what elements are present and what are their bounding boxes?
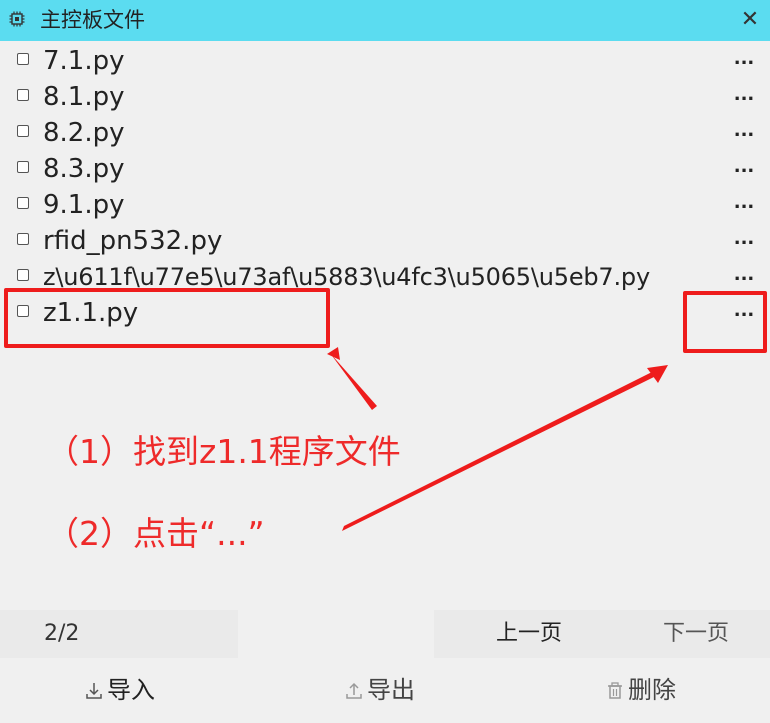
prev-page-button[interactable]: 上一页 [496,610,562,658]
highlight-box-more [683,291,767,353]
file-name: 7.1.py [43,46,125,76]
annotation-step1: （1）找到z1.1程序文件 [46,432,401,471]
file-checkbox[interactable] [17,233,29,245]
arrow-to-file [330,353,377,410]
file-row-rfid-pn532[interactable]: rfid_pn532.py ... [0,224,770,260]
more-options-button[interactable]: ... [726,116,762,150]
delete-button[interactable]: 删除 [605,662,676,718]
file-row-7-1[interactable]: 7.1.py ... [0,44,770,80]
window-title: 主控板文件 [40,8,145,32]
download-icon [86,683,102,699]
chip-icon [9,11,25,27]
more-options-button[interactable]: ... [726,224,762,258]
delete-label: 删除 [628,676,676,704]
more-options-button[interactable]: ... [726,260,762,294]
file-checkbox[interactable] [17,89,29,101]
page-count: 2/2 [44,621,80,646]
file-name: 8.1.py [43,82,125,112]
file-checkbox[interactable] [17,125,29,137]
more-options-button[interactable]: ... [726,188,762,222]
export-button[interactable]: 导出 [344,662,415,718]
arrow-head-more [647,365,668,383]
file-checkbox[interactable] [17,197,29,209]
pager [0,610,770,658]
file-checkbox[interactable] [17,53,29,65]
import-button[interactable]: 导入 [84,662,155,718]
title-bar: 主控板文件 ✕ [0,0,770,41]
export-label: 导出 [367,676,415,704]
more-options-button[interactable]: ... [726,44,762,78]
annotation-step2: （2）点击“...” [46,514,265,553]
upload-icon [346,682,362,699]
file-checkbox[interactable] [17,161,29,173]
next-page-button[interactable]: 下一页 [663,610,729,658]
more-options-button[interactable]: ... [726,80,762,114]
pager-bg-left [0,610,238,658]
file-name: 9.1.py [43,190,125,220]
file-row-8-3[interactable]: 8.3.py ... [0,152,770,188]
file-name: 8.3.py [43,154,125,184]
highlight-box-file [4,288,330,348]
file-name: rfid_pn532.py [43,226,223,256]
file-row-8-2[interactable]: 8.2.py ... [0,116,770,152]
more-options-button[interactable]: ... [726,152,762,186]
arrow-head-file [327,347,340,360]
file-checkbox[interactable] [17,269,29,281]
close-button[interactable]: ✕ [738,6,762,34]
file-row-8-1[interactable]: 8.1.py ... [0,80,770,116]
import-label: 导入 [107,676,155,704]
file-name: 8.2.py [43,118,125,148]
pager-bg-mid [238,610,434,658]
trash-icon [608,682,622,699]
file-row-9-1[interactable]: 9.1.py ... [0,188,770,224]
